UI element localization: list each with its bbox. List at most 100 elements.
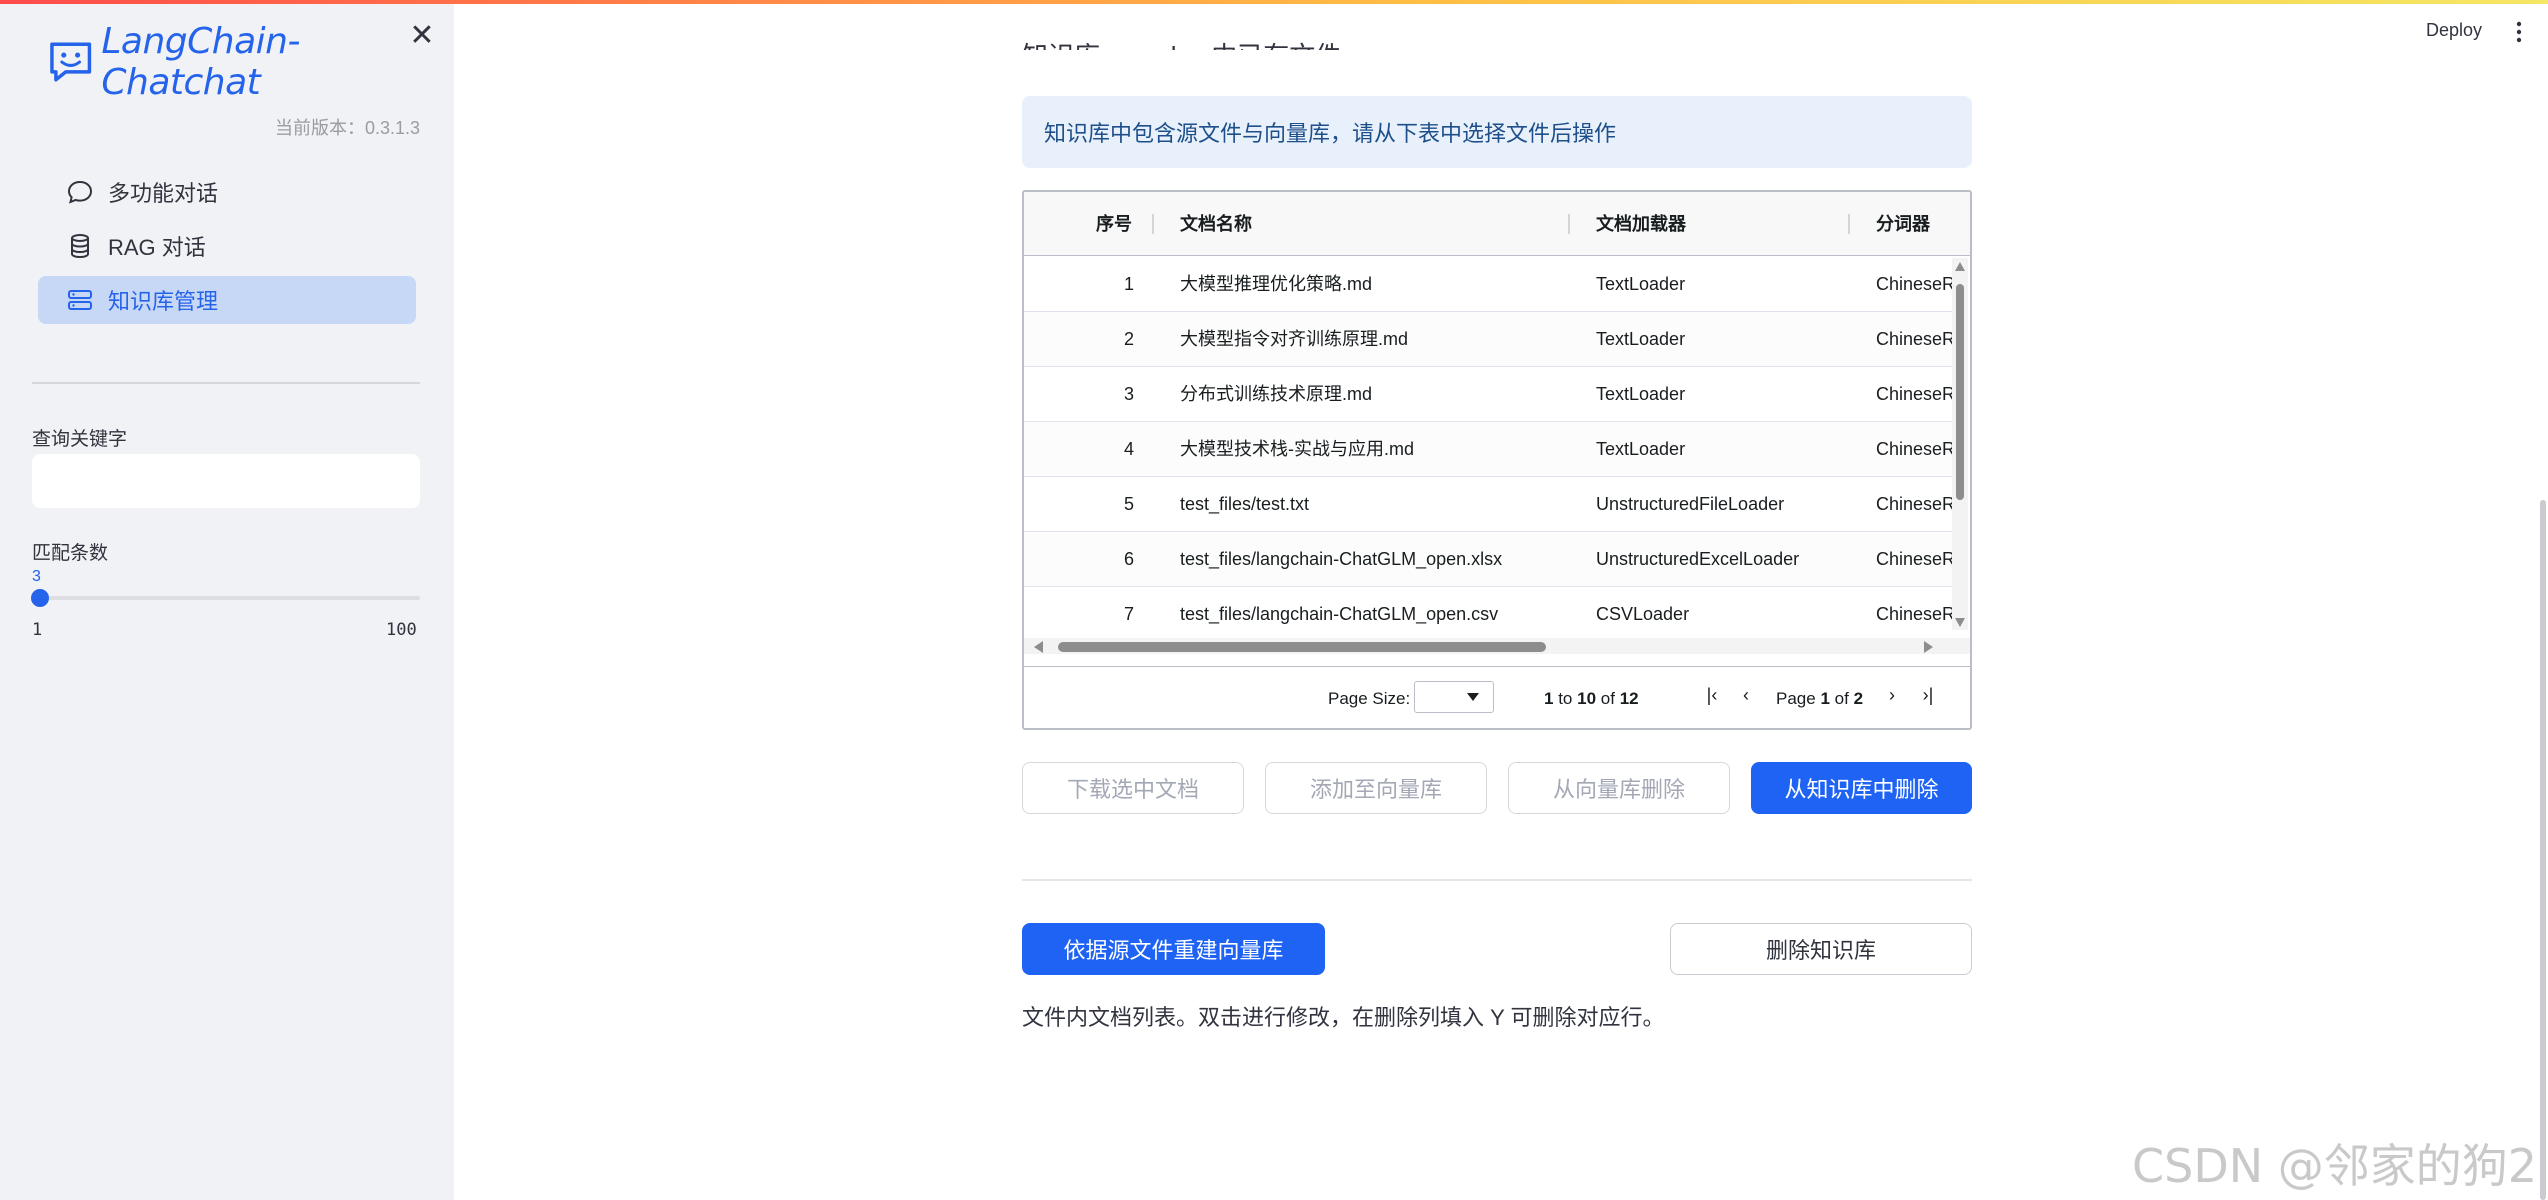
page-current: 1 (1820, 689, 1830, 708)
page-size-select[interactable] (1414, 681, 1494, 713)
nav-item-kb-management[interactable]: 知识库管理 (38, 276, 416, 324)
nav-item-label: 多功能对话 (108, 181, 219, 206)
cell-splitter: ChineseRecursiveTextSplitter (1876, 439, 1954, 459)
table-row[interactable]: 7 test_files/langchain-ChatGLM_open.csv … (1024, 587, 1954, 637)
page-size-label: Page Size: (1328, 689, 1411, 708)
cell-loader: TextLoader (1596, 329, 1686, 349)
logo-text: LangChain-Chatchat (101, 21, 300, 103)
download-selected-button[interactable]: 下载选中文档 (1022, 762, 1244, 814)
cell-splitter: ChineseRecursiveTextSplitter (1876, 549, 1954, 569)
slider-min-label: 1 (32, 620, 43, 640)
next-page-icon[interactable]: › (1882, 685, 1902, 707)
match-count-slider-thumb[interactable] (31, 589, 49, 607)
row-to: 10 (1577, 689, 1597, 708)
cell-loader: UnstructuredFileLoader (1596, 494, 1785, 514)
cell-loader: TextLoader (1596, 439, 1686, 459)
cell-index: 4 (1123, 439, 1134, 459)
nav-item-rag-chat[interactable]: RAG 对话 (38, 222, 416, 270)
section-heading: 知识库 samples 中已有文件 (1022, 41, 1342, 64)
col-header-name[interactable]: 文档名称 (1180, 192, 1252, 256)
cell-name: 大模型技术栈-实战与应用.md (1180, 439, 1414, 459)
col-header-splitter[interactable]: 分词器 (1876, 192, 1930, 256)
first-page-icon[interactable]: |‹ (1702, 685, 1722, 707)
delete-from-kb-button[interactable]: 从知识库中删除 (1751, 762, 1972, 814)
cell-index: 6 (1123, 549, 1134, 569)
to-word: to (1558, 689, 1573, 708)
grid-horizontal-scroll-thumb[interactable] (1058, 642, 1546, 652)
keyword-label: 查询关键字 (32, 429, 128, 450)
keyword-input[interactable] (32, 454, 420, 508)
rebuild-vector-button[interactable]: 依据源文件重建向量库 (1022, 923, 1325, 975)
col-resize-handle[interactable] (1152, 214, 1154, 234)
documents-grid: 序号 文档名称 文档加载器 分词器 1 大模型推理优化策略.md TextLoa… (1022, 190, 1972, 730)
kebab-menu-icon[interactable] (2514, 20, 2524, 44)
grid-body: 1 大模型推理优化策略.md TextLoader ChineseRecursi… (1024, 257, 1954, 637)
col-header-loader[interactable]: 文档加载器 (1596, 192, 1686, 256)
scroll-down-arrow-icon[interactable] (1955, 618, 1965, 627)
cell-loader: TextLoader (1596, 384, 1686, 404)
row-total: 12 (1619, 689, 1639, 708)
scroll-left-arrow-icon[interactable] (1034, 641, 1043, 653)
match-count-slider-track[interactable] (40, 596, 420, 600)
table-row[interactable]: 2 大模型指令对齐训练原理.md TextLoader ChineseRecur… (1024, 312, 1954, 367)
nav-item-multi-chat[interactable]: 多功能对话 (38, 168, 416, 216)
grid-pagination: Page Size: 1 to 10 of 12 |‹ ‹ Page 1 of … (1024, 666, 1970, 728)
grid-horizontal-scrollbar[interactable] (1024, 638, 1970, 654)
cell-name: test_files/test.txt (1180, 494, 1310, 514)
chat-bubble-icon (67, 180, 93, 204)
scroll-up-arrow-icon[interactable] (1955, 262, 1965, 271)
slider-max-label: 100 (386, 620, 417, 640)
table-row[interactable]: 4 大模型技术栈-实战与应用.md TextLoader ChineseRecu… (1024, 422, 1954, 477)
cell-name: 大模型指令对齐训练原理.md (1180, 329, 1409, 349)
page-total: 2 (1853, 689, 1864, 708)
cell-name: 分布式训练技术原理.md (1180, 384, 1373, 404)
scroll-right-arrow-icon[interactable] (1924, 641, 1933, 653)
cell-index: 1 (1123, 274, 1134, 294)
table-row[interactable]: 1 大模型推理优化策略.md TextLoader ChineseRecursi… (1024, 257, 1954, 312)
cell-splitter: ChineseRecursiveTextSplitter (1876, 274, 1954, 294)
sidebar: LangChain-Chatchat ✕ 当前版本：0.3.1.3 多功能对话 … (0, 4, 454, 1200)
chevron-down-icon (1467, 693, 1479, 701)
cell-name: 大模型推理优化策略.md (1180, 274, 1373, 294)
cell-index: 2 (1123, 329, 1134, 349)
page-scrollbar[interactable] (2540, 500, 2546, 1200)
grid-vertical-scrollbar[interactable] (1952, 258, 1968, 630)
delete-kb-button[interactable]: 删除知识库 (1670, 923, 1972, 975)
app-root: LangChain-Chatchat ✕ 当前版本：0.3.1.3 多功能对话 … (0, 0, 2548, 1200)
of-word: of (1834, 689, 1849, 708)
info-alert: 知识库中包含源文件与向量库，请从下表中选择文件后操作 (1022, 96, 1972, 168)
server-stack-icon (68, 290, 92, 310)
doc-list-caption: 文件内文档列表。双击进行修改，在删除列填入 Y 可删除对应行。 (1022, 1005, 1665, 1030)
version-label: 当前版本：0.3.1.3 (274, 118, 420, 138)
prev-page-icon[interactable]: ‹ (1736, 685, 1756, 707)
grid-vertical-scroll-thumb[interactable] (1956, 284, 1964, 500)
cell-loader: TextLoader (1596, 274, 1686, 294)
watermark: CSDN @邻家的狗2 (2132, 1139, 2538, 1193)
col-resize-handle[interactable] (1568, 214, 1570, 234)
close-sidebar-icon[interactable]: ✕ (408, 21, 436, 51)
slider-value: 3 (32, 568, 41, 585)
delete-from-vector-button[interactable]: 从向量库删除 (1508, 762, 1730, 814)
cell-index: 5 (1123, 494, 1134, 514)
cell-splitter: ChineseRecursiveTextSplitter (1876, 494, 1954, 514)
last-page-icon[interactable]: ›| (1918, 685, 1938, 707)
table-row[interactable]: 5 test_files/test.txt UnstructuredFileLo… (1024, 477, 1954, 532)
sidebar-divider (32, 382, 420, 384)
nav-item-label: RAG 对话 (108, 235, 206, 260)
chat-face-logo-icon (50, 42, 92, 82)
add-to-vector-button[interactable]: 添加至向量库 (1265, 762, 1487, 814)
col-resize-handle[interactable] (1848, 214, 1850, 234)
col-header-index[interactable]: 序号 (1096, 192, 1132, 256)
cell-index: 3 (1123, 384, 1134, 404)
table-row[interactable]: 6 test_files/langchain-ChatGLM_open.xlsx… (1024, 532, 1954, 587)
cell-name: test_files/langchain-ChatGLM_open.csv (1180, 604, 1499, 624)
main-divider (1022, 879, 1972, 881)
cell-loader: UnstructuredExcelLoader (1596, 549, 1800, 569)
deploy-button[interactable]: Deploy (2426, 20, 2482, 41)
grid-header: 序号 文档名称 文档加载器 分词器 (1024, 192, 1970, 256)
row-summary: 1 to 10 of 12 (1544, 689, 1639, 709)
logo: LangChain-Chatchat (48, 21, 454, 103)
table-row[interactable]: 3 分布式训练技术原理.md TextLoader ChineseRecursi… (1024, 367, 1954, 422)
cell-splitter: ChineseRecursiveTextSplitter (1876, 329, 1954, 349)
cell-splitter: ChineseRecursiveTextSplitter (1876, 384, 1954, 404)
